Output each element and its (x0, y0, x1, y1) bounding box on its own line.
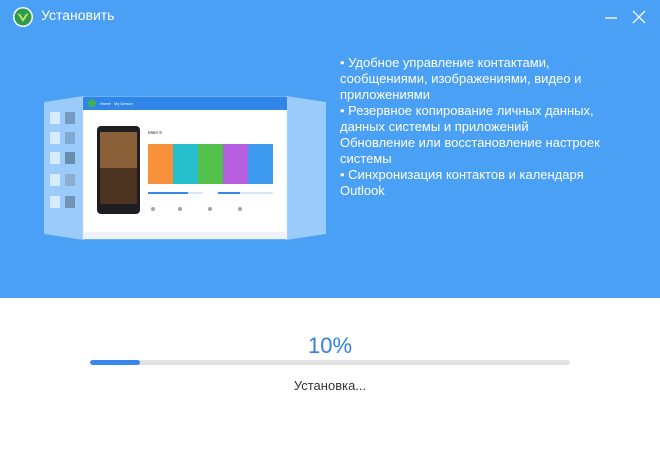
window-title: Установить (41, 7, 115, 23)
preview-breadcrumb: My Device (114, 101, 133, 106)
title-bar: Установить (0, 0, 660, 34)
feature-line: Outlook (340, 183, 385, 198)
feature-line: Обновление или восстановление настроек (340, 135, 600, 150)
header-banner: Установить Home My Device Mate 9 • Удобн… (0, 0, 660, 298)
progress-fill (90, 360, 141, 365)
app-preview-image: Home My Device Mate 9 (44, 96, 326, 240)
feature-line: • Синхронизация контактов и календаря (340, 167, 584, 182)
feature-line: сообщениями, изображениями, видео и (340, 71, 582, 86)
app-logo-icon (13, 7, 33, 27)
minimize-icon[interactable] (602, 8, 620, 26)
feature-line: приложениями (340, 87, 430, 102)
feature-list: • Удобное управление контактами, сообщен… (340, 55, 640, 199)
progress-bar (90, 360, 570, 365)
install-status: Установка... (293, 378, 367, 393)
preview-device-name: Mate 9 (148, 130, 162, 135)
feature-line: • Удобное управление контактами, (340, 55, 550, 70)
feature-line: • Резервное копирование личных данных, (340, 103, 594, 118)
feature-line: данных системы и приложений (340, 119, 529, 134)
svg-text:Home: Home (100, 101, 111, 106)
close-icon[interactable] (630, 8, 648, 26)
feature-line: системы (340, 151, 392, 166)
progress-percent: 10% (307, 333, 353, 358)
